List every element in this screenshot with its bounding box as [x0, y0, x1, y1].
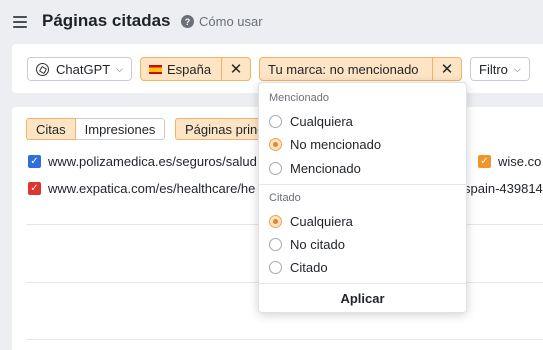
option-citado-cualquiera[interactable]: Cualquiera [269, 214, 353, 229]
openai-icon [36, 62, 49, 76]
option-label: Cualquiera [290, 214, 353, 229]
radio-icon[interactable] [269, 115, 282, 128]
chevron-down-icon: ⌵ [513, 63, 521, 74]
menu-icon[interactable] [13, 16, 27, 28]
page-url: www.polizamedica.es/seguros/salud [48, 154, 257, 169]
option-citado[interactable]: Citado [269, 260, 328, 275]
radio-selected-icon[interactable] [269, 215, 282, 228]
remove-country-filter-icon[interactable]: ✕ [221, 58, 250, 80]
country-label: España [167, 61, 212, 77]
option-no-mencionado[interactable]: No mencionado [269, 137, 381, 152]
option-no-citado[interactable]: No citado [269, 237, 345, 252]
grid-line [26, 339, 543, 340]
group-title-mencionado: Mencionado [269, 92, 329, 104]
filter-button[interactable]: Filtro ⌵ [470, 57, 530, 81]
option-label: Citado [290, 260, 328, 275]
checkbox-icon[interactable]: ✓ [28, 182, 41, 195]
page-url: wise.co [498, 154, 542, 169]
option-label: Mencionado [290, 161, 361, 176]
question-icon: ? [181, 15, 194, 28]
page-url-tail: spain-439814 [464, 181, 543, 196]
brand-filter-dropdown: Mencionado Cualquiera No mencionado Menc… [258, 82, 467, 313]
tab-impresiones[interactable]: Impresiones [75, 118, 166, 140]
model-label: ChatGPT [56, 61, 111, 77]
radio-icon[interactable] [269, 238, 282, 251]
remove-brand-filter-icon[interactable]: ✕ [432, 58, 461, 80]
brand-filter[interactable]: Tu marca: no mencionado ✕ [259, 57, 462, 81]
divider [259, 283, 466, 284]
radio-icon[interactable] [269, 162, 282, 175]
country-filter[interactable]: España ✕ [140, 57, 251, 81]
spain-flag-icon [149, 64, 162, 74]
list-item[interactable]: ✓ www.expatica.com/es/healthcare/he [28, 181, 255, 196]
option-label: No citado [290, 237, 345, 252]
option-label: No mencionado [290, 137, 382, 152]
checkbox-icon[interactable]: ✓ [478, 155, 491, 168]
model-selector[interactable]: ChatGPT ⌵ [27, 57, 132, 81]
list-item[interactable]: ✓ www.polizamedica.es/seguros/salud [28, 154, 257, 169]
option-mencionado[interactable]: Mencionado [269, 161, 361, 176]
option-mencionado-cualquiera[interactable]: Cualquiera [269, 114, 353, 129]
help-label: Cómo usar [199, 14, 263, 29]
radio-icon[interactable] [269, 261, 282, 274]
help-link[interactable]: ? Cómo usar [181, 14, 263, 29]
page-title: Páginas citadas [42, 11, 171, 30]
divider [259, 184, 466, 185]
page-url: www.expatica.com/es/healthcare/he [48, 181, 256, 196]
filter-label: Filtro [479, 61, 508, 77]
option-label: Cualquiera [290, 114, 353, 129]
top-bar: Páginas citadas ? Cómo usar [0, 0, 543, 44]
radio-selected-icon[interactable] [269, 138, 282, 151]
brand-label: Tu marca: no mencionado [268, 61, 419, 77]
checkbox-icon[interactable]: ✓ [28, 155, 41, 168]
apply-button[interactable]: Aplicar [259, 291, 466, 306]
chevron-down-icon: ⌵ [116, 63, 124, 74]
list-item[interactable]: ✓ wise.co [478, 154, 541, 169]
group-title-citado: Citado [269, 192, 301, 204]
tab-citas[interactable]: Citas [26, 118, 76, 140]
metric-tabs: Citas Impresiones [26, 118, 166, 140]
tab-paginas[interactable]: Páginas principales [175, 118, 265, 140]
